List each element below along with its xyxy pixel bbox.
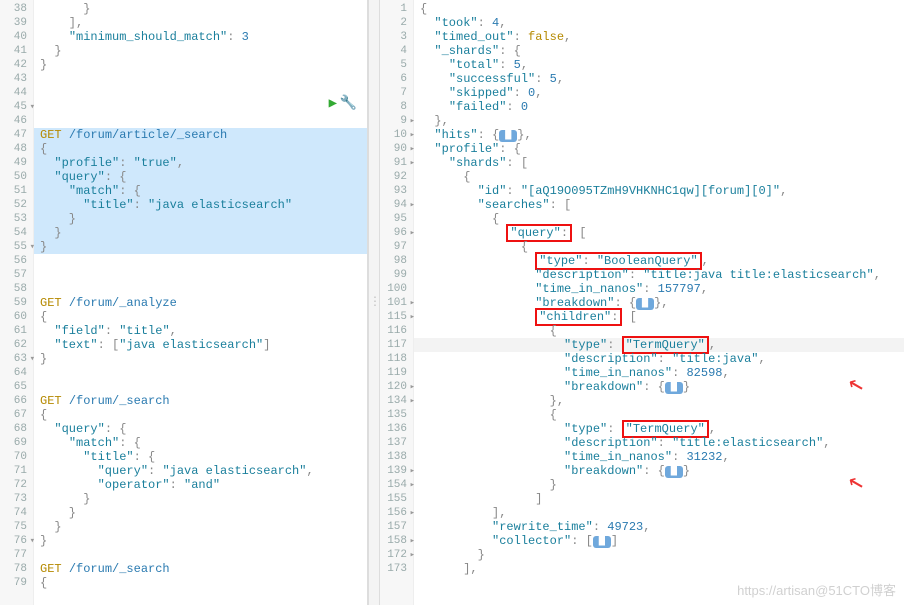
pane-divider[interactable]: ···	[368, 0, 380, 605]
code-line[interactable]: "match": {	[34, 184, 367, 198]
response-line[interactable]: "children": [	[414, 310, 904, 324]
response-line[interactable]: "time_in_nanos": 157797,	[414, 282, 904, 296]
code-line[interactable]	[34, 72, 367, 86]
divider-grip-icon: ···	[372, 297, 377, 309]
response-line[interactable]: ],	[414, 562, 904, 576]
response-line[interactable]: "breakdown": {▇}	[414, 380, 904, 394]
code-line[interactable]: {	[34, 576, 367, 590]
code-line[interactable]: "match": {	[34, 436, 367, 450]
response-line[interactable]: {	[414, 2, 904, 16]
response-line[interactable]: "query": [	[414, 226, 904, 240]
code-line[interactable]: {	[34, 142, 367, 156]
code-line[interactable]	[34, 254, 367, 268]
response-line[interactable]: "id": "[aQ19O095TZmH9VHKNHC1qw][forum][0…	[414, 184, 904, 198]
code-line[interactable]: GET /forum/article/_search	[34, 128, 367, 142]
response-line[interactable]: {	[414, 212, 904, 226]
response-line[interactable]: }	[414, 478, 904, 492]
code-line[interactable]: "query": {	[34, 422, 367, 436]
response-line[interactable]: "total": 5,	[414, 58, 904, 72]
code-line[interactable]	[34, 114, 367, 128]
code-line[interactable]: "operator": "and"	[34, 478, 367, 492]
code-line[interactable]: GET /forum/_search	[34, 562, 367, 576]
right-code[interactable]: { "took": 4, "timed_out": false, "_shard…	[414, 0, 904, 605]
code-line[interactable]: "query": {	[34, 170, 367, 184]
response-line[interactable]: "collector": [▇]	[414, 534, 904, 548]
response-line[interactable]: },	[414, 114, 904, 128]
response-line[interactable]: "skipped": 0,	[414, 86, 904, 100]
response-line[interactable]: "took": 4,	[414, 16, 904, 30]
response-line[interactable]: "description": "title:java title:elastic…	[414, 268, 904, 282]
response-line[interactable]: ],	[414, 506, 904, 520]
response-line[interactable]: "profile": {	[414, 142, 904, 156]
code-line[interactable]: }	[34, 492, 367, 506]
code-line[interactable]: }	[34, 2, 367, 16]
response-line[interactable]: "_shards": {	[414, 44, 904, 58]
code-line[interactable]: }	[34, 352, 367, 366]
code-line[interactable]: {	[34, 310, 367, 324]
response-line[interactable]: "shards": [	[414, 156, 904, 170]
response-line[interactable]: "failed": 0	[414, 100, 904, 114]
response-line[interactable]: },	[414, 394, 904, 408]
code-line[interactable]: }	[34, 240, 367, 254]
code-line[interactable]: }	[34, 58, 367, 72]
response-line[interactable]: "breakdown": {▇}↖	[414, 464, 904, 478]
response-line[interactable]: "time_in_nanos": 31232,	[414, 450, 904, 464]
code-line[interactable]: "profile": "true",	[34, 156, 367, 170]
code-line[interactable]: "field": "title",	[34, 324, 367, 338]
left-code[interactable]: } ], "minimum_should_match": 3 }} GET /fo…	[34, 0, 367, 605]
editor-split-view: ▶ 🔧 3839404142434445▾4647484950515253545…	[0, 0, 904, 605]
code-line[interactable]: ],	[34, 16, 367, 30]
watermark-text: https://artisan@51CTO博客	[737, 580, 896, 599]
code-line[interactable]	[34, 268, 367, 282]
response-line[interactable]: "description": "title:elasticsearch",	[414, 436, 904, 450]
response-line[interactable]: {	[414, 170, 904, 184]
code-line[interactable]: }	[34, 212, 367, 226]
code-line[interactable]	[34, 100, 367, 114]
response-line[interactable]: "description": "title:java",	[414, 352, 904, 366]
code-line[interactable]: }	[34, 534, 367, 548]
code-line[interactable]: GET /forum/_search	[34, 394, 367, 408]
response-line[interactable]: "timed_out": false,	[414, 30, 904, 44]
response-line[interactable]: "rewrite_time": 49723,	[414, 520, 904, 534]
code-line[interactable]: }	[34, 44, 367, 58]
left-gutter: 3839404142434445▾46474849505152535455▾56…	[0, 0, 34, 605]
response-line[interactable]: "time_in_nanos": 82598,↖	[414, 366, 904, 380]
code-line[interactable]: "text": ["java elasticsearch"]	[34, 338, 367, 352]
code-line[interactable]	[34, 282, 367, 296]
response-line[interactable]: "searches": [	[414, 198, 904, 212]
response-line[interactable]: "successful": 5,	[414, 72, 904, 86]
response-line[interactable]: "type": "TermQuery",	[414, 338, 904, 352]
code-line[interactable]: "title": "java elasticsearch"	[34, 198, 367, 212]
response-line[interactable]: "type": "BooleanQuery",	[414, 254, 904, 268]
code-line[interactable]: }	[34, 520, 367, 534]
right-gutter: 123456789▸10▸90▸91▸929394▸9596▸979899100…	[380, 0, 414, 605]
response-line[interactable]: }	[414, 548, 904, 562]
code-line[interactable]: "title": {	[34, 450, 367, 464]
response-line[interactable]: ]	[414, 492, 904, 506]
code-line[interactable]: "query": "java elasticsearch",	[34, 464, 367, 478]
code-line[interactable]: }	[34, 506, 367, 520]
response-pane[interactable]: 123456789▸10▸90▸91▸929394▸9596▸979899100…	[380, 0, 904, 605]
response-line[interactable]: "hits": {▇},	[414, 128, 904, 142]
code-line[interactable]: GET /forum/_analyze	[34, 296, 367, 310]
response-line[interactable]: "type": "TermQuery",	[414, 422, 904, 436]
code-line[interactable]: {	[34, 408, 367, 422]
code-line[interactable]	[34, 86, 367, 100]
response-line[interactable]: "breakdown": {▇},	[414, 296, 904, 310]
code-line[interactable]	[34, 380, 367, 394]
code-line[interactable]	[34, 548, 367, 562]
request-editor-pane[interactable]: ▶ 🔧 3839404142434445▾4647484950515253545…	[0, 0, 368, 605]
code-line[interactable]: }	[34, 226, 367, 240]
code-line[interactable]	[34, 366, 367, 380]
code-line[interactable]: "minimum_should_match": 3	[34, 30, 367, 44]
